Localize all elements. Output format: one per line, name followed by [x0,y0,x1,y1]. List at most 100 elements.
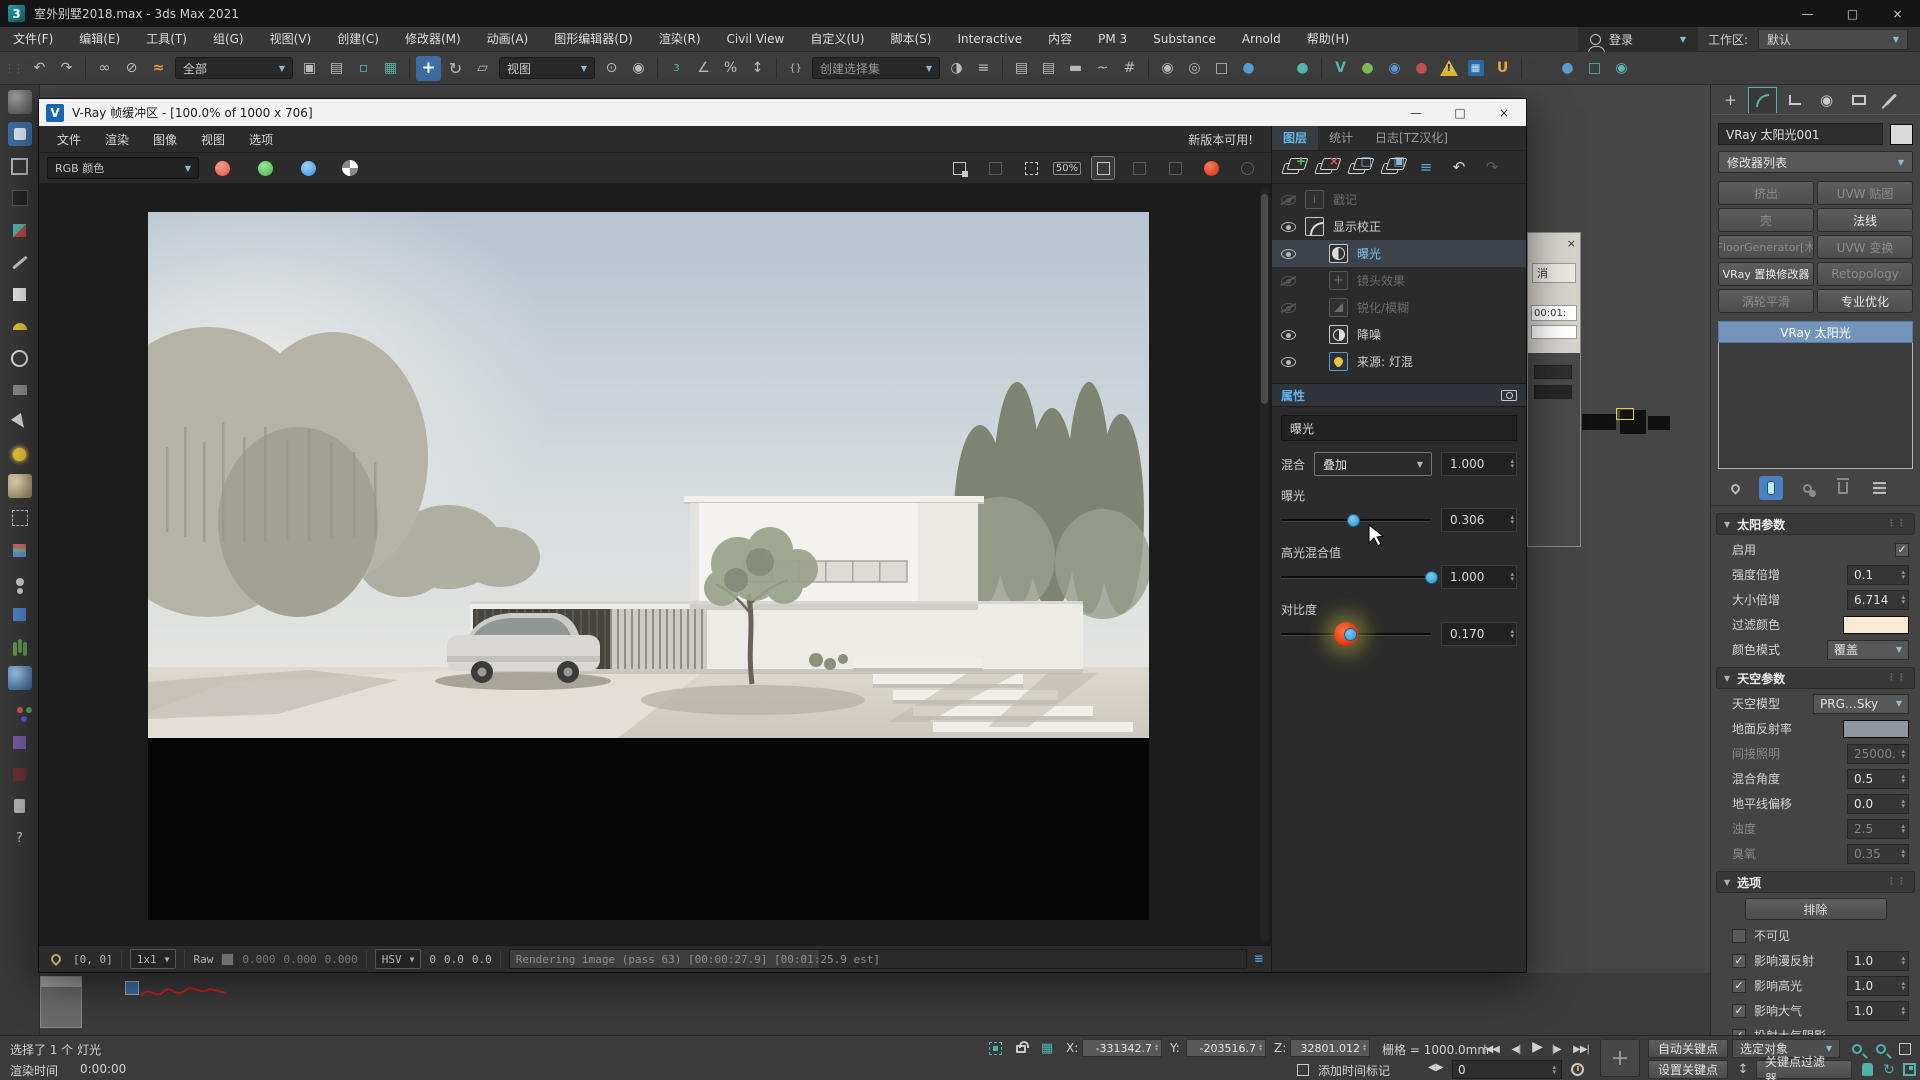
tab-layers[interactable]: 图层 [1272,126,1318,150]
schematic-view-icon[interactable]: # [1117,56,1142,81]
compare-vertical-icon[interactable] [1163,156,1187,180]
dashed-region-tool-icon[interactable] [8,506,32,530]
active-blue-tool-icon[interactable] [8,122,32,146]
utilities-tab-icon[interactable] [1876,87,1905,113]
lock-selection-icon[interactable] [1010,1037,1032,1056]
affect-specular-spinner[interactable]: 1.0▴▾ [1847,976,1909,996]
gray-slab-tool-icon[interactable] [8,378,32,402]
menu-graph-editors[interactable]: 图形编辑器(D) [541,27,646,51]
reference-coordinate-dropdown[interactable]: 视图▼ [499,57,595,79]
select-and-scale-icon[interactable]: ▱ [470,56,495,81]
rollout-header[interactable]: ▼选项⋮⋮ [1716,871,1915,893]
frame-step-arrows[interactable]: ◀▶ [1428,1062,1443,1073]
modifier-prooptimizer-button[interactable]: 专业优化 [1817,289,1913,313]
rgb-dots-tool-icon[interactable] [8,698,32,722]
layer-list-icon[interactable]: ≡ [1414,156,1438,178]
time-configuration-icon[interactable] [1566,1060,1588,1079]
modifier-turbosmooth-button[interactable]: 涡轮平滑 [1718,289,1814,313]
affect-specular-checkbox[interactable]: ✓ [1732,979,1746,993]
menu-civil-view[interactable]: Civil View [714,27,798,51]
select-and-manipulate-icon[interactable]: ◉ [626,56,651,81]
selection-filter-dropdown[interactable]: 全部▼ [175,57,293,79]
visibility-eye-icon[interactable] [1281,195,1296,205]
color-swatch[interactable] [1534,385,1572,399]
configure-modifier-sets-icon[interactable] [1867,476,1891,500]
next-frame-button[interactable]: |▶ [1546,1038,1566,1060]
render-iterative-icon[interactable] [1263,56,1288,81]
object-name-field[interactable]: VRay 太阳光001 [1718,123,1883,145]
layer-denoise[interactable]: 降噪 [1272,321,1526,348]
darkred-square-tool-icon[interactable] [8,762,32,786]
alpha-channel-icon[interactable] [342,160,358,176]
blend-mode-dropdown[interactable]: 叠加▼ [1314,452,1432,476]
affect-diffuse-checkbox[interactable]: ✓ [1732,954,1746,968]
save-layers-icon[interactable]: □ [1348,156,1372,178]
modifier-normal-button[interactable]: 法线 [1817,208,1913,232]
key-mode-icon[interactable]: ↕ [1732,1060,1754,1079]
tab-stats[interactable]: 统计 [1318,126,1364,150]
sun-light-gizmo[interactable] [1582,408,1672,442]
menu-help[interactable]: 帮助(H) [1294,27,1362,51]
exposure-slider[interactable] [1281,519,1431,522]
add-layer-icon[interactable]: + [1282,156,1306,178]
rendered-frame-window-icon[interactable]: □ [1209,56,1234,81]
modifier-vray-displacement-button[interactable]: VRay 置换修改器 [1718,262,1814,286]
angle-snap-icon[interactable]: ∠ [691,56,716,81]
time-tag-cube-icon[interactable] [1292,1060,1314,1079]
go-to-end-button[interactable]: ▶▶| [1568,1038,1594,1060]
exposure-spinner[interactable]: 0.306 ▴▾ [1441,508,1517,532]
key-filters-button[interactable]: 关键点过滤器.. [1756,1060,1852,1079]
green-channel-icon[interactable] [258,161,273,176]
vfb-menu-file[interactable]: 文件 [45,131,93,148]
curve-editor-icon[interactable]: ~ [1090,56,1115,81]
follow-mouse-icon[interactable] [1019,156,1043,180]
layer-undo-icon[interactable]: ↶ [1447,156,1471,178]
vfb-menu-options[interactable]: 选项 [237,131,285,148]
vray-gpu-icon[interactable]: ● [1555,56,1580,81]
graphite-ribbon-icon[interactable]: ▬ [1063,56,1088,81]
region-render-icon[interactable] [1091,156,1115,180]
set-keys-button[interactable]: + [1600,1039,1640,1077]
enable-checkbox[interactable]: ✓ [1895,543,1909,557]
snap-toggle-icon[interactable]: 3 [664,56,689,81]
warning-icon[interactable]: ! [1436,56,1461,81]
undo-icon[interactable]: ↶ [27,56,52,81]
ring-tool-icon[interactable] [8,346,32,370]
zoom-icon[interactable] [1846,1039,1868,1058]
turbidity-spinner[interactable]: 2.5▴▾ [1847,819,1909,839]
pin-stack-icon[interactable] [1723,476,1747,500]
vray-frame-buffer-icon[interactable]: □ [1582,56,1607,81]
minimize-button[interactable]: — [1785,0,1830,27]
redo-icon[interactable]: ↷ [54,56,79,81]
save-image-icon[interactable] [947,156,971,180]
create-tab-icon[interactable]: + [1716,87,1745,113]
menu-group[interactable]: 组(G) [200,27,257,51]
unlink-selection-icon[interactable]: ⊘ [119,56,144,81]
menu-scripting[interactable]: 脚本(S) [877,27,944,51]
select-and-move-icon[interactable]: + [416,56,441,81]
new-version-notice[interactable]: 新版本可用! [1176,131,1265,148]
select-by-name-icon[interactable]: ▤ [324,56,349,81]
absolute-mode-icon[interactable]: ▦ [1036,1039,1058,1058]
modifier-stack[interactable] [1718,343,1913,469]
set-key-button[interactable]: 设置关键点 [1648,1060,1728,1079]
contrast-spinner[interactable]: 0.170 ▴▾ [1441,622,1517,646]
material-editor-icon[interactable]: ◉ [1155,56,1180,81]
filter-color-swatch[interactable] [1843,616,1909,634]
menu-interactive[interactable]: Interactive [944,27,1035,51]
plant-tool-icon[interactable] [8,634,32,658]
menu-arnold[interactable]: Arnold [1229,27,1294,51]
size-spinner[interactable]: 6.714▴▾ [1847,590,1909,610]
select-and-rotate-icon[interactable]: ↻ [443,56,468,81]
orbit-icon[interactable]: ↻ [1878,1060,1900,1079]
canvas-scrollbar[interactable] [1260,188,1269,941]
exclude-button[interactable]: 排除 [1745,898,1887,920]
play-button[interactable]: ▶ [1528,1036,1546,1058]
qr-code-icon[interactable]: ▦ [1463,56,1488,81]
modifier-uvw-map-button[interactable]: UVW 贴图 [1817,181,1913,205]
vray-stop-icon[interactable]: ● [1409,56,1434,81]
minimized-window-fragment[interactable] [40,976,82,1028]
modifier-shell-button[interactable]: 壳 [1718,208,1814,232]
render-last-icon[interactable] [1235,156,1259,180]
z-coordinate-field[interactable]: 32801.012▴▾ [1290,1039,1370,1057]
